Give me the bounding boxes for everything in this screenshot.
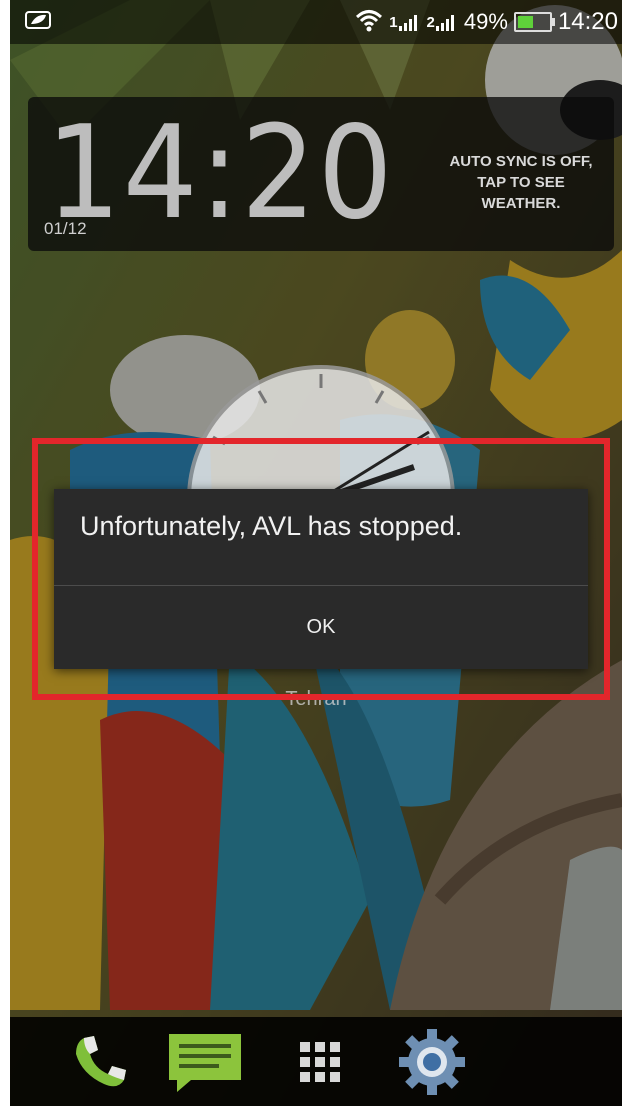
leaf-icon	[24, 9, 54, 31]
widget-time: 14:20	[46, 99, 395, 248]
clock-weather-widget[interactable]: 14:20 01/12 AUTO SYNC IS OFF, TAP TO SEE…	[28, 97, 614, 251]
signal-icon	[435, 15, 454, 31]
sim2-label: 2	[426, 14, 435, 31]
apps-grid-icon[interactable]	[280, 1027, 360, 1097]
wifi-icon	[355, 8, 383, 37]
settings-icon[interactable]	[392, 1027, 472, 1097]
status-clock: 14:20	[557, 8, 618, 35]
signal-sim2: 2	[427, 13, 458, 31]
sync-line-2: TAP TO SEE	[477, 174, 565, 191]
status-bar: 1 2 49% 14:20	[10, 0, 622, 44]
phone-icon[interactable]	[60, 1027, 140, 1097]
messages-icon[interactable]	[165, 1027, 245, 1097]
widget-date: 01/12	[44, 219, 87, 238]
sync-line-1: AUTO SYNC IS OFF,	[449, 153, 593, 170]
sim1-label: 1	[389, 14, 398, 31]
battery-icon	[513, 12, 555, 32]
sync-line-3: WEATHER.	[481, 195, 561, 212]
ok-button[interactable]: OK	[54, 586, 588, 669]
app-stopped-dialog: Unfortunately, AVL has stopped. OK	[54, 489, 588, 669]
dialog-message: Unfortunately, AVL has stopped.	[80, 511, 463, 541]
phone-screen: 1 2 49% 14:20 14:20 01/12 AUTO SYNC IS O…	[10, 0, 622, 1106]
signal-icon	[398, 15, 417, 31]
signal-sim1: 1	[389, 13, 420, 31]
dock-bar	[10, 1017, 622, 1106]
status-icons: 1 2 49% 14:20	[355, 6, 618, 38]
battery-percent: 49%	[463, 9, 508, 34]
auto-sync-message[interactable]: AUTO SYNC IS OFF, TAP TO SEE WEATHER.	[436, 151, 606, 214]
